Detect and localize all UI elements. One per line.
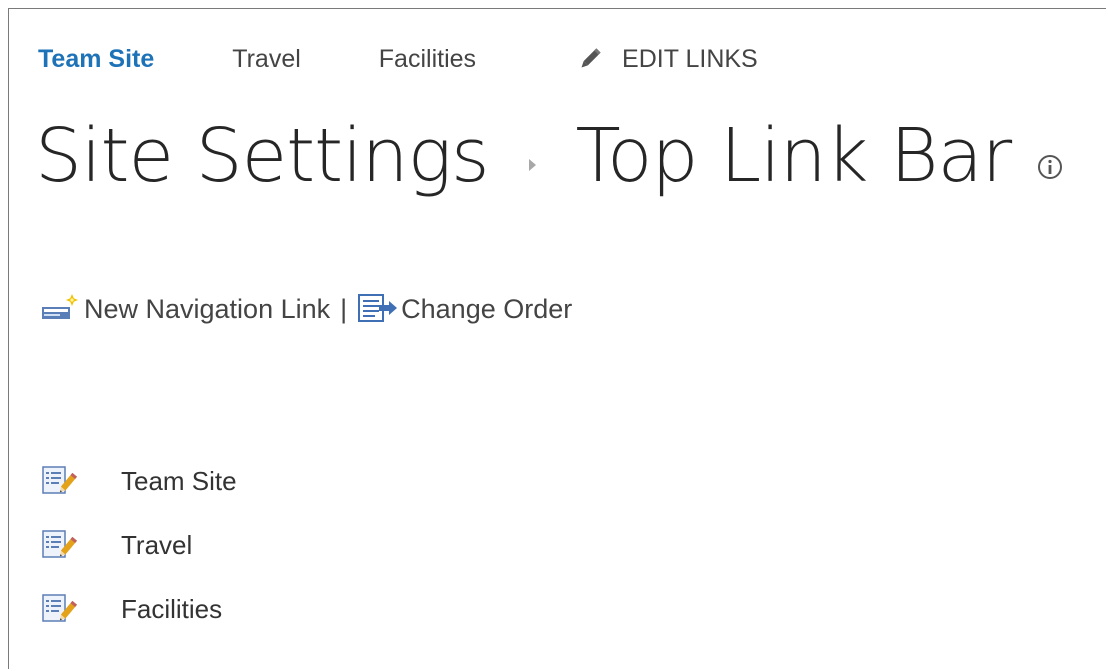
toolbar-separator: |	[340, 293, 348, 324]
nav-item-label: Travel	[121, 529, 193, 560]
edit-icon[interactable]	[41, 592, 81, 626]
breadcrumb-separator-icon	[528, 159, 536, 171]
pencil-icon	[581, 48, 601, 68]
edit-links-label: EDIT LINKS	[622, 44, 758, 73]
list-item: Facilities	[41, 577, 237, 641]
nav-item-label: Facilities	[121, 593, 223, 624]
change-order-icon	[358, 294, 398, 322]
nav-toolbar: New Navigation Link | Change Order	[40, 291, 572, 327]
info-icon[interactable]	[1037, 154, 1063, 180]
top-link-bar: Team Site Travel Facilities EDIT LINKS	[38, 39, 758, 79]
page-frame: Team Site Travel Facilities EDIT LINKS S…	[8, 8, 1106, 669]
new-navigation-link-button[interactable]: New Navigation Link	[40, 293, 330, 325]
list-item: Team Site	[41, 449, 237, 513]
change-order-button[interactable]: Change Order	[357, 293, 572, 325]
edit-links-button[interactable]: EDIT LINKS	[576, 45, 758, 74]
navigation-items-list: Team Site Travel Facilities	[41, 449, 237, 641]
new-link-icon	[42, 294, 78, 319]
change-order-label: Change Order	[401, 293, 573, 324]
top-link-travel[interactable]: Travel	[232, 45, 301, 74]
breadcrumb-site-settings[interactable]: Site Settings	[35, 113, 490, 199]
edit-icon[interactable]	[41, 528, 81, 562]
new-navigation-link-label: New Navigation Link	[84, 293, 331, 324]
top-link-facilities[interactable]: Facilities	[379, 45, 476, 74]
list-item: Travel	[41, 513, 237, 577]
nav-item-label: Team Site	[121, 465, 237, 496]
page-title: Site Settings Top Link Bar	[35, 101, 1063, 211]
top-link-team-site[interactable]: Team Site	[38, 45, 154, 74]
edit-icon[interactable]	[41, 464, 81, 498]
breadcrumb-current-page: Top Link Bar	[575, 113, 1013, 199]
